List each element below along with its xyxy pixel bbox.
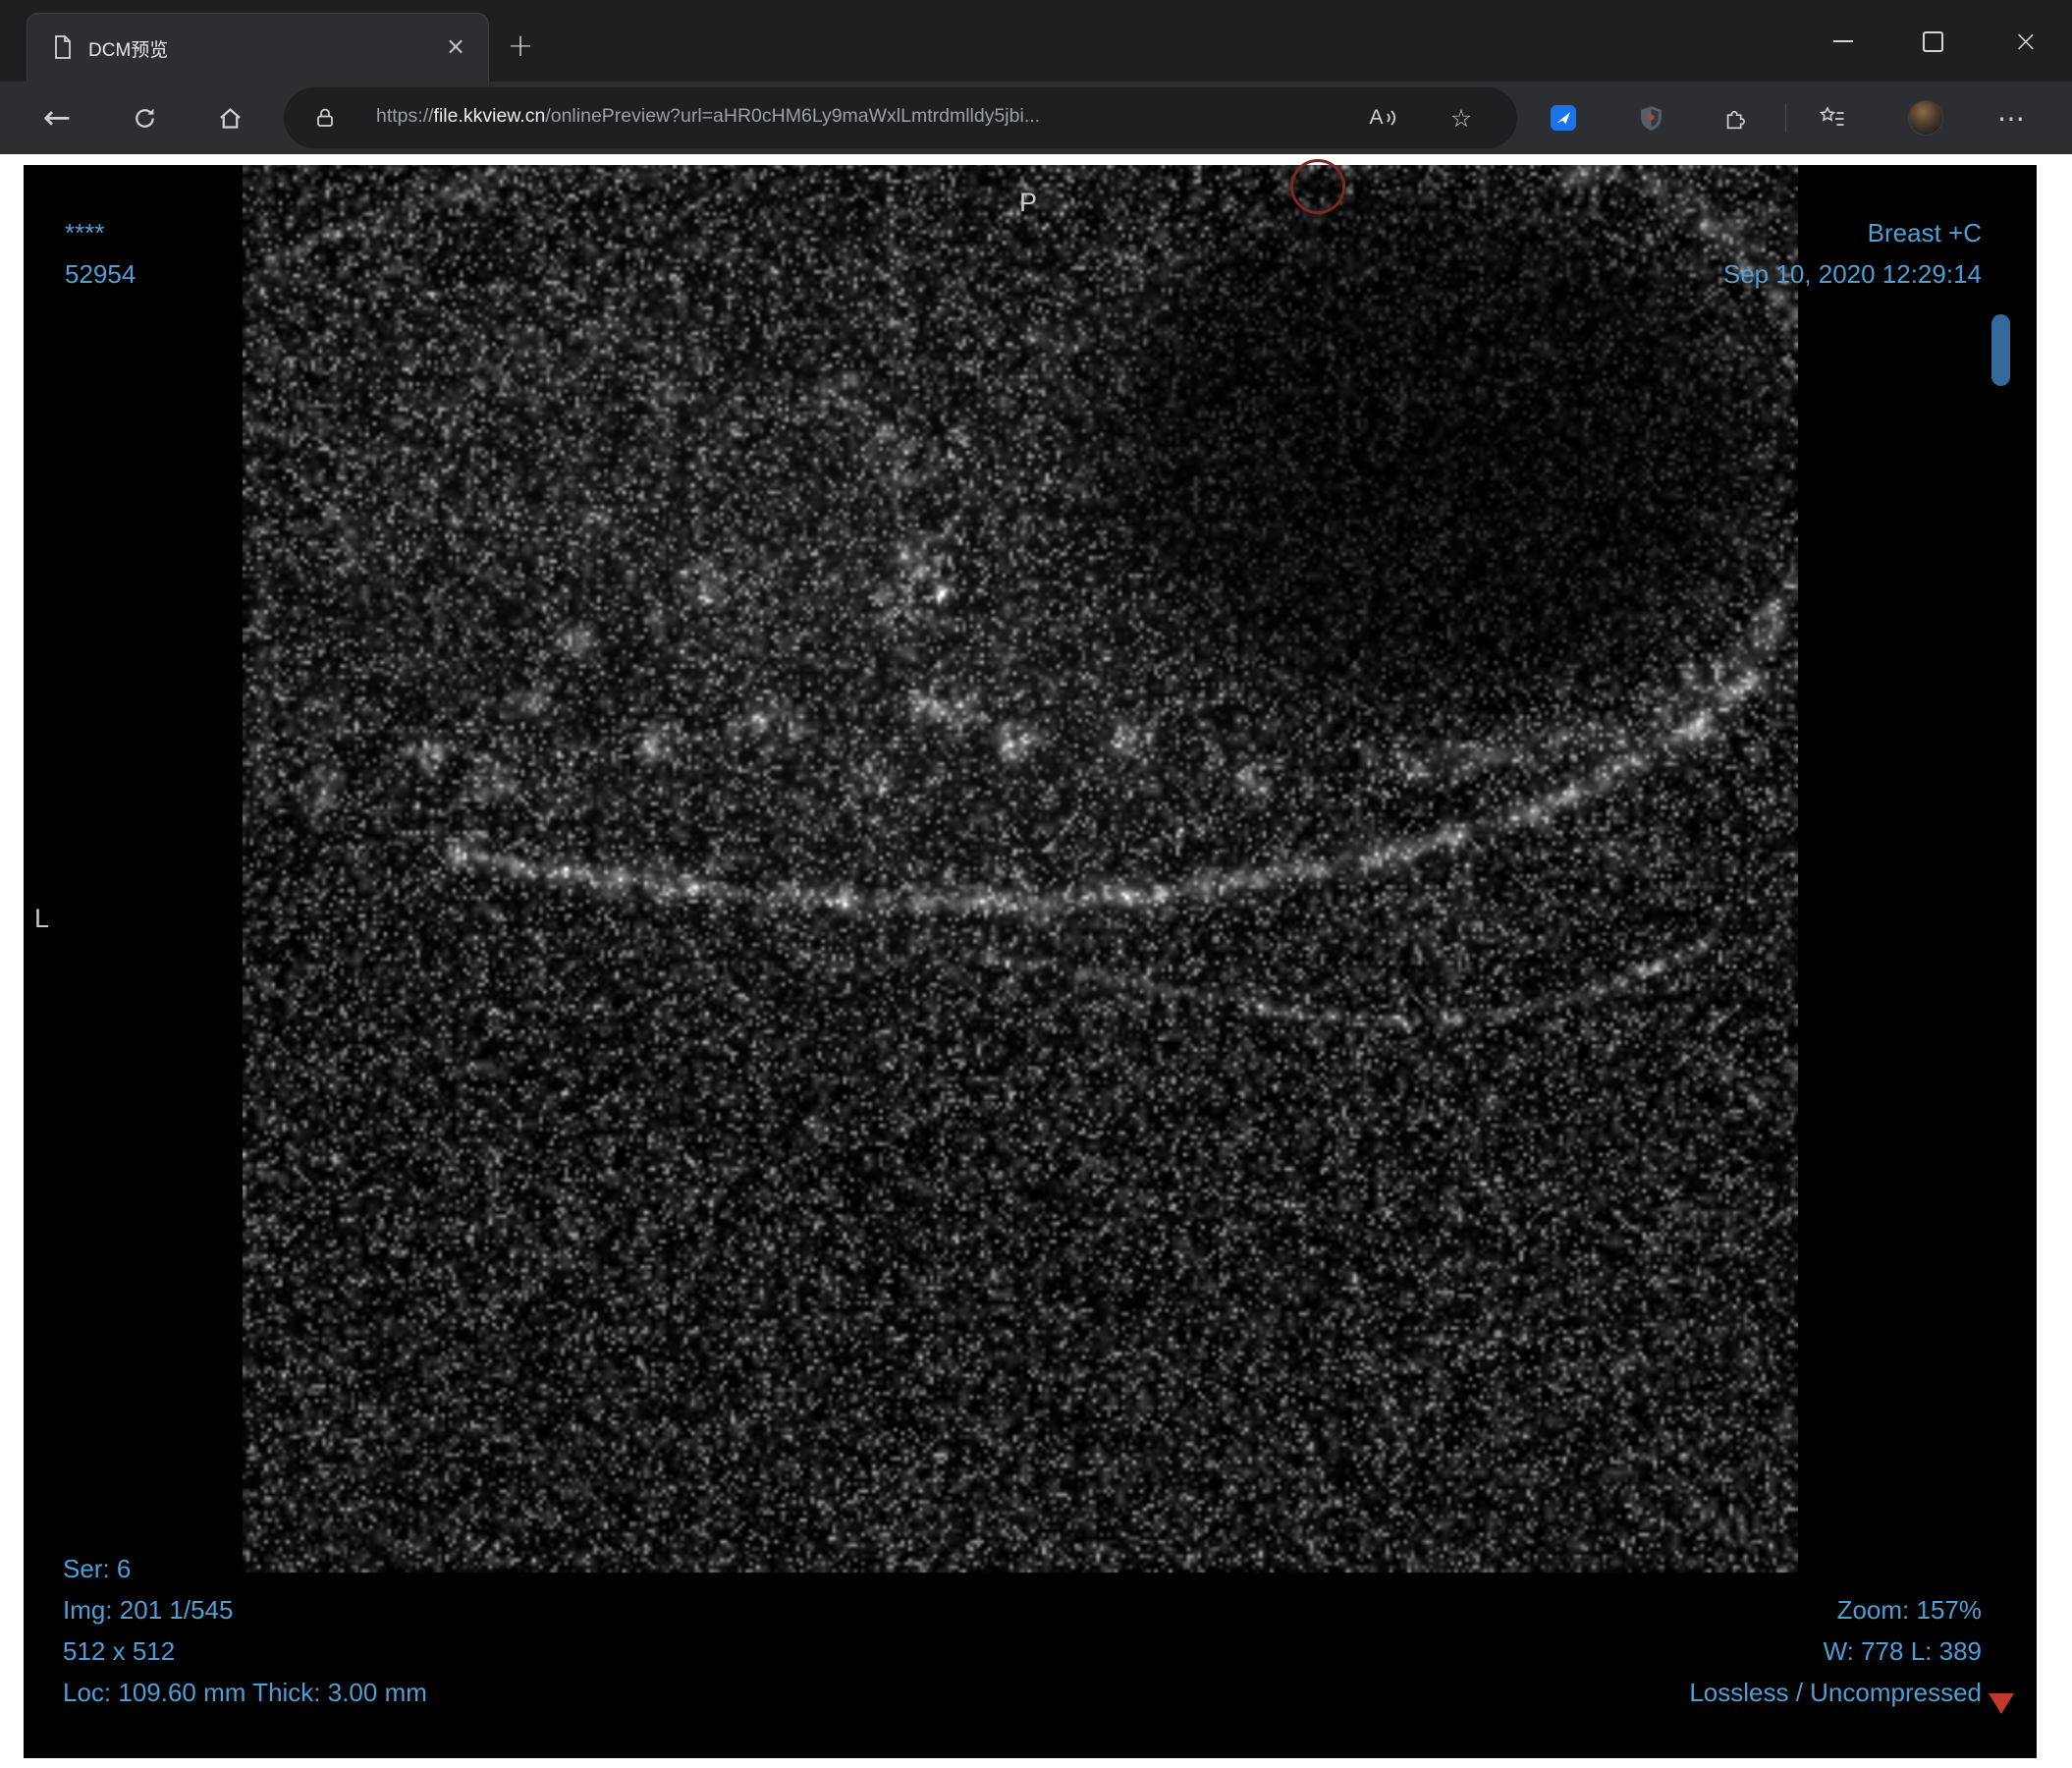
- split-screen-extension-button[interactable]: [1540, 94, 1587, 141]
- study-info-block: Breast +C Sep 10, 2020 12:29:14: [1723, 212, 1982, 295]
- navigation-bar: ← https://file.kkview.cn/onlinePreview?u…: [0, 82, 2072, 154]
- study-label: Breast +C: [1867, 218, 1982, 248]
- close-button[interactable]: ×: [1998, 14, 2053, 69]
- series-number: Ser: 6: [63, 1554, 132, 1583]
- home-button[interactable]: [206, 94, 253, 141]
- read-aloud-icon: A: [1369, 106, 1384, 129]
- favorite-star-icon[interactable]: ☆: [1442, 98, 1481, 138]
- tab-favicon-document-icon: [55, 35, 71, 59]
- back-button[interactable]: ←: [33, 94, 81, 141]
- new-tab-button[interactable]: +: [499, 25, 542, 68]
- extensions-button[interactable]: [1713, 94, 1760, 141]
- minimize-button[interactable]: [1816, 14, 1871, 69]
- read-aloud-button[interactable]: A: [1364, 98, 1403, 138]
- tab-title: DCM预览: [88, 40, 169, 61]
- favorites-button[interactable]: [1809, 94, 1856, 141]
- maximize-icon: [1922, 30, 1943, 52]
- profile-avatar[interactable]: [1908, 100, 1943, 136]
- zoom-level: Zoom: 157%: [1836, 1595, 1982, 1625]
- home-icon: [219, 107, 241, 129]
- blue-extension-icon: [1551, 105, 1576, 131]
- patient-info-block: **** 52954: [65, 212, 136, 295]
- maximize-button[interactable]: [1905, 14, 1960, 69]
- patient-number: 52954: [65, 259, 136, 289]
- scrollbar-thumb[interactable]: [1991, 314, 2010, 386]
- tab-close-icon[interactable]: ×: [439, 30, 472, 64]
- image-info-block: Ser: 6 Img: 201 1/545 512 x 512 Loc: 109…: [63, 1548, 427, 1713]
- patient-id-masked: ****: [65, 218, 105, 248]
- slice-location: Loc: 109.60 mm Thick: 3.00 mm: [63, 1678, 427, 1707]
- image-matrix: 512 x 512: [63, 1636, 176, 1666]
- titlebar: DCM预览 × + ×: [0, 0, 2072, 82]
- orientation-marker-posterior: P: [1019, 188, 1038, 217]
- scroll-down-arrow-icon[interactable]: [1989, 1693, 2014, 1714]
- refresh-button[interactable]: [121, 94, 168, 141]
- url-text[interactable]: https://file.kkview.cn/onlinePreview?url…: [376, 105, 1040, 128]
- dicom-viewer[interactable]: **** 52954 P Breast +C Sep 10, 2020 12:2…: [24, 165, 2037, 1758]
- minimize-icon: [1833, 40, 1853, 42]
- page-content: **** 52954 P Breast +C Sep 10, 2020 12:2…: [0, 154, 2072, 1768]
- refresh-icon: [135, 108, 154, 128]
- more-menu-button[interactable]: ⋯: [1989, 94, 2036, 141]
- url-scheme: https://: [376, 105, 434, 127]
- lock-icon[interactable]: [313, 106, 337, 130]
- read-aloud-wave-icon: [1386, 110, 1395, 126]
- favorites-star-list-icon: [1819, 106, 1844, 126]
- browser-tab[interactable]: DCM预览 ×: [27, 13, 489, 82]
- url-path: /onlinePreview?url=aHR0cHM6Ly9maWxlLmtrd…: [545, 105, 1041, 127]
- url-domain: file.kkview.cn: [433, 105, 546, 127]
- shield-extension-button[interactable]: [1627, 94, 1674, 141]
- address-bar[interactable]: https://file.kkview.cn/onlinePreview?url…: [284, 87, 1517, 148]
- orientation-marker-left: L: [34, 904, 50, 933]
- image-counter: Img: 201 1/545: [63, 1595, 234, 1625]
- browser-window: { "window": { "tab_title": "DCM预览", "tab…: [0, 0, 2072, 1768]
- display-info-block: Zoom: 157% W: 778 L: 389 Lossless / Unco…: [1689, 1589, 1982, 1713]
- mri-image[interactable]: [24, 165, 2037, 1758]
- window-level: W: 778 L: 389: [1823, 1636, 1982, 1666]
- toolbar-divider: [1785, 103, 1786, 133]
- compression-info: Lossless / Uncompressed: [1689, 1678, 1982, 1707]
- shield-icon: [1640, 105, 1662, 131]
- study-datetime: Sep 10, 2020 12:29:14: [1722, 259, 1982, 289]
- extensions-puzzle-icon: [1726, 110, 1745, 130]
- annotation-circle: [1290, 159, 1345, 214]
